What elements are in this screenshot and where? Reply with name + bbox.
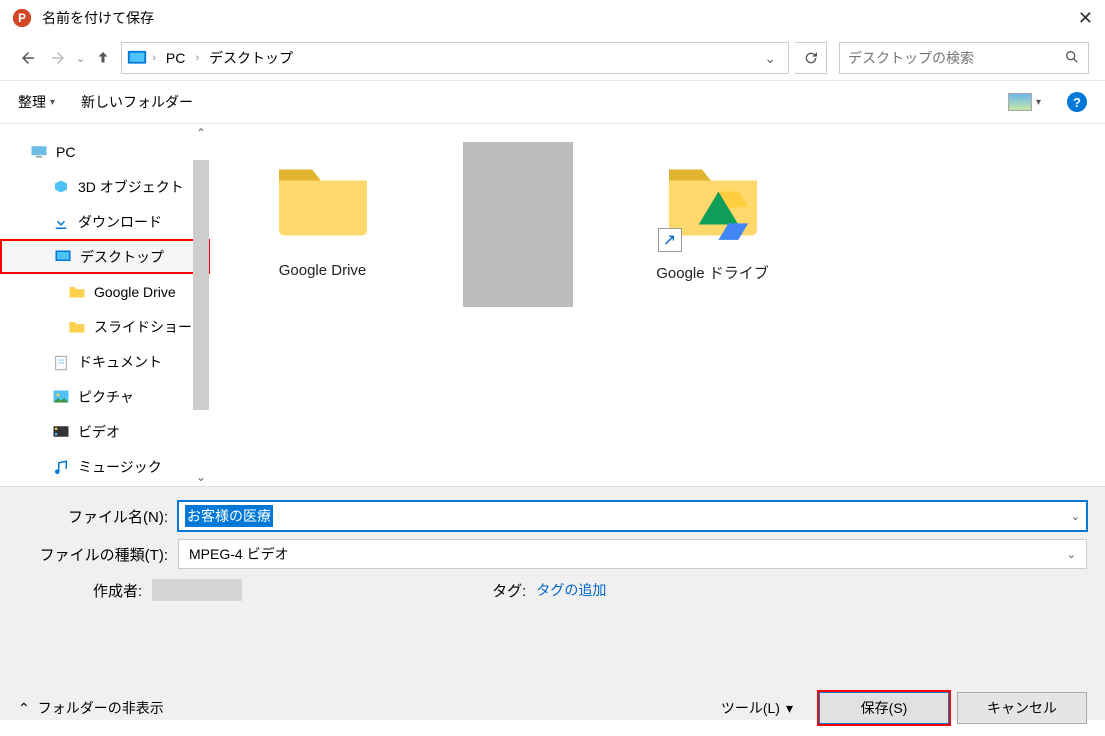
address-history-dropdown[interactable]: ⌄ [756,46,784,71]
search-box[interactable] [839,42,1089,74]
tree-item-downloads[interactable]: ダウンロード [0,204,210,239]
address-bar[interactable]: › PC › デスクトップ ⌄ [121,42,789,74]
organize-menu[interactable]: 整理 ▾ [18,92,55,112]
pictures-icon [52,389,70,405]
tree-item-music[interactable]: ミュージック [0,449,210,484]
save-button[interactable]: 保存(S) [819,692,949,724]
path-separator[interactable]: › [152,52,156,64]
tree-item-documents[interactable]: ドキュメント [0,344,210,379]
tree-label: スライドショー [94,317,192,337]
view-menu[interactable]: ▾ [1008,93,1041,111]
tree-item-3d-objects[interactable]: 3D オブジェクト [0,169,210,204]
document-thumbnail [463,142,573,307]
tree-label: Google Drive [94,284,176,300]
tree-item-videos[interactable]: ビデオ [0,414,210,449]
filename-value: お客様の医療 [185,505,273,527]
scroll-up-button[interactable]: ⌃ [192,124,210,142]
tools-menu[interactable]: ツール(L) ▾ [721,698,793,718]
svg-text:P: P [18,12,26,25]
tag-add-link[interactable]: タグの追加 [536,580,606,600]
forward-button [46,46,70,70]
path-separator[interactable]: › [195,52,199,64]
chevron-up-icon: ⌃ [18,700,30,717]
tree-item-pc[interactable]: PC [0,134,210,169]
hide-folders-button[interactable]: ⌃ フォルダーの非表示 [18,698,164,718]
filetype-dropdown-chevron[interactable]: ⌄ [1067,548,1076,561]
view-swatch-icon [1008,93,1032,111]
path-segment-pc[interactable]: PC [160,50,191,66]
folder-drive-icon: ↗ [658,142,768,252]
folder-icon [68,319,86,335]
folder-tile-google-drive[interactable]: Google Drive [240,142,405,279]
desktop-path-icon [126,49,148,67]
file-list[interactable]: Google Drive ↗ Google ドライブ [210,124,1105,486]
sidebar-scrollbar[interactable]: ⌃ ⌄ [192,124,210,486]
downloads-icon [52,214,70,230]
tree-label: ドキュメント [78,352,162,372]
tree-item-google-drive[interactable]: Google Drive [0,274,210,309]
tree-item-pictures[interactable]: ピクチャ [0,379,210,414]
tile-label: Google ドライブ [630,262,795,283]
up-button[interactable] [91,46,115,70]
author-value[interactable] [152,579,242,601]
back-button[interactable] [16,46,40,70]
shortcut-overlay-icon: ↗ [658,228,682,252]
videos-icon [52,424,70,440]
tree-item-slideshow[interactable]: スライドショー [0,309,210,344]
scroll-thumb[interactable] [193,160,209,410]
close-button[interactable]: ✕ [1063,8,1093,29]
tools-label: ツール(L) [721,698,780,718]
tree-item-desktop[interactable]: デスクトップ [0,239,210,274]
3d-objects-icon [52,179,70,195]
tree-label: デスクトップ [80,247,164,267]
folder-icon [68,284,86,300]
tile-label: Google Drive [240,262,405,279]
file-tile-unknown[interactable] [435,142,600,307]
desktop-icon [54,249,72,265]
chevron-down-icon: ▾ [786,700,793,717]
tree-label: PC [56,144,75,160]
tag-label: タグ: [492,580,526,601]
filetype-label: ファイルの種類(T): [18,544,178,565]
search-input[interactable] [848,50,1058,66]
refresh-button[interactable] [795,42,827,74]
folder-tree: PC 3D オブジェクト ダウンロード デスクトップ Google Drive … [0,124,210,486]
hide-folders-label: フォルダーの非表示 [38,698,164,718]
tree-label: ダウンロード [78,212,162,232]
filename-history-dropdown[interactable]: ⌄ [1071,510,1080,523]
shortcut-tile-google-drive-jp[interactable]: ↗ Google ドライブ [630,142,795,283]
tree-label: ビデオ [78,422,120,442]
powerpoint-icon: P [12,8,32,28]
filetype-value: MPEG-4 ビデオ [189,544,289,564]
folder-icon [268,142,378,252]
help-button[interactable]: ? [1067,92,1087,112]
filename-label: ファイル名(N): [18,506,178,527]
tree-label: ピクチャ [78,387,134,407]
author-label: 作成者: [93,580,142,601]
path-segment-desktop[interactable]: デスクトップ [203,48,299,68]
filetype-select[interactable]: MPEG-4 ビデオ ⌄ [178,539,1087,569]
filename-input[interactable]: お客様の医療 ⌄ [178,501,1087,531]
dialog-title: 名前を付けて保存 [42,8,1063,28]
search-icon[interactable] [1064,49,1080,68]
pc-icon [30,144,48,160]
new-folder-button[interactable]: 新しいフォルダー [81,92,193,112]
scroll-down-button[interactable]: ⌄ [192,468,210,486]
recent-dropdown[interactable]: ⌄ [76,52,85,65]
cancel-button[interactable]: キャンセル [957,692,1087,724]
music-icon [52,459,70,475]
tree-label: ミュージック [78,457,162,477]
tree-label: 3D オブジェクト [78,177,184,197]
documents-icon [52,354,70,370]
